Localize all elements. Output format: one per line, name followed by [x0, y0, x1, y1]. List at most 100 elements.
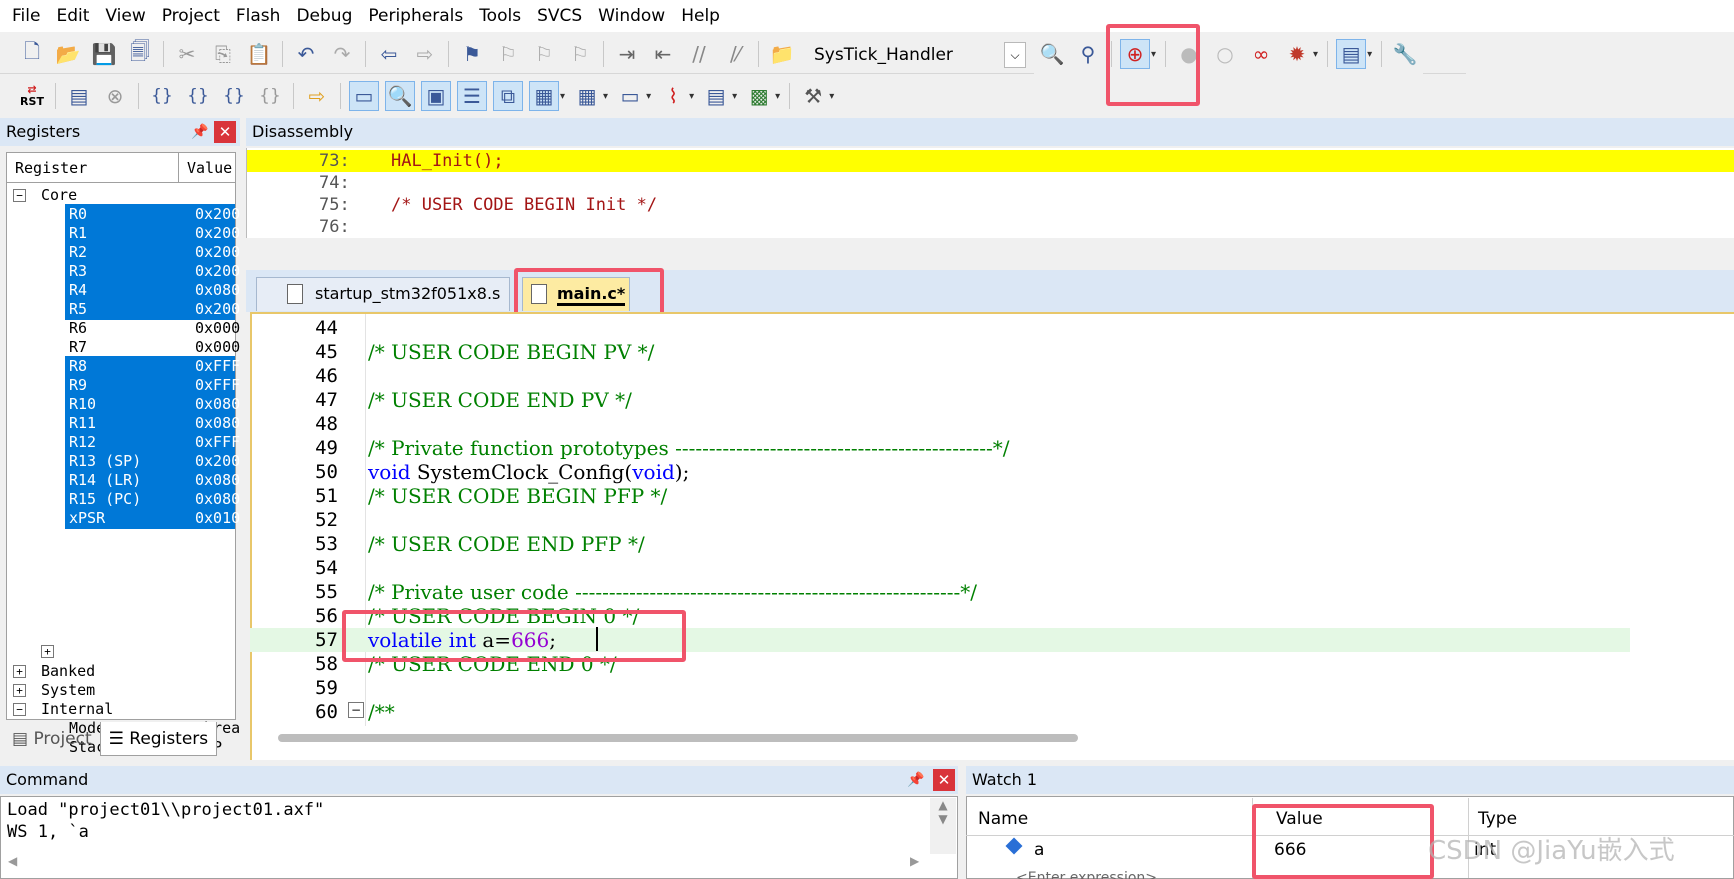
enable-breakpoint-icon[interactable]: ○ [1210, 39, 1240, 69]
menu-window[interactable]: Window [590, 0, 673, 32]
symbols-window-icon[interactable]: ▣ [421, 81, 451, 111]
scroll-right-icon[interactable]: ▶ [910, 854, 919, 868]
command-window-icon[interactable]: ▭ [349, 81, 379, 111]
tab-registers[interactable]: ☰ Registers [99, 722, 218, 756]
copy-icon[interactable]: ⎘ [208, 39, 238, 69]
stop-icon[interactable]: ⊗ [100, 81, 130, 111]
disassembly-window-icon[interactable]: 🔍 [385, 81, 415, 111]
vertical-scrollbar[interactable]: ▲ ▼ [930, 798, 956, 854]
uncomment-icon[interactable]: /⁄ [720, 39, 750, 69]
close-icon[interactable]: ✕ [933, 769, 955, 791]
col-value[interactable]: Value [179, 153, 232, 182]
fold-icon[interactable]: − [348, 702, 364, 718]
pin-icon[interactable]: 📌 [906, 769, 926, 791]
register-row[interactable]: R8 0xFFF [65, 356, 240, 377]
redo-icon[interactable]: ↷ [327, 39, 357, 69]
command-window[interactable]: Load "project01\\project01.axf" WS 1, `a [0, 796, 958, 879]
menu-file[interactable]: File [4, 0, 48, 32]
code-line[interactable]: 46 [250, 364, 1630, 388]
menu-edit[interactable]: Edit [48, 0, 97, 32]
analysis-window-icon[interactable]: ⌇ [658, 81, 688, 111]
show-next-statement-icon[interactable]: ⇨ [302, 81, 332, 111]
step-in-icon[interactable]: {} [147, 81, 177, 111]
tab-project[interactable]: ▤ Project [4, 722, 100, 756]
code-line[interactable]: 51 /* USER CODE BEGIN PFP */ [250, 484, 1630, 508]
menu-flash[interactable]: Flash [228, 0, 289, 32]
indent-icon[interactable]: ⇥ [612, 39, 642, 69]
register-row[interactable]: R11 0x080 [65, 413, 240, 434]
code-line[interactable]: 54 [250, 556, 1630, 580]
chevron-down-icon[interactable]: ▾ [732, 91, 737, 102]
cut-icon[interactable]: ✂ [172, 39, 202, 69]
horizontal-scrollbar[interactable] [278, 734, 1078, 742]
code-line[interactable]: 55 /* Private user code -----------------… [250, 580, 1630, 604]
register-row[interactable]: R12 0xFFF [65, 432, 240, 453]
chevron-down-icon[interactable]: ▾ [689, 91, 694, 102]
clear-bookmarks-icon[interactable]: ⚐ [565, 39, 595, 69]
chevron-down-icon[interactable]: ▾ [1313, 49, 1318, 60]
collapse-icon[interactable]: − [13, 189, 26, 202]
reset-icon[interactable]: ⇄ RST [17, 81, 47, 111]
nav-forward-icon[interactable]: ⇨ [410, 39, 440, 69]
toolbox-icon[interactable]: ⚒ [798, 81, 828, 111]
disassembly-line[interactable]: 75:/* USER CODE BEGIN Init */ [247, 194, 1734, 216]
prev-bookmark-icon[interactable]: ⚐ [493, 39, 523, 69]
configure-icon[interactable]: 🔧 [1390, 39, 1420, 69]
register-row[interactable]: R2 0x200 [65, 242, 240, 263]
tab-startup-file[interactable]: startup_stm32f051x8.s [256, 277, 510, 311]
comment-icon[interactable]: // [684, 39, 714, 69]
watch-row-name[interactable]: a [1034, 836, 1044, 864]
register-row[interactable]: R7 0x000 [65, 337, 240, 358]
register-row[interactable]: R1 0x200 [65, 223, 240, 244]
kill-breakpoints-icon[interactable]: ✹ [1282, 39, 1312, 69]
scroll-left-icon[interactable]: ◀ [8, 854, 17, 868]
undo-icon[interactable]: ↶ [291, 39, 321, 69]
open-file-icon[interactable]: 📂 [53, 39, 83, 69]
code-line[interactable]: 59 [250, 676, 1630, 700]
pin-icon[interactable]: 📌 [190, 121, 210, 143]
watch-window-icon[interactable]: ▦ [529, 81, 559, 111]
register-row[interactable]: xPSR 0x010 [65, 508, 240, 529]
register-row[interactable]: R10 0x080 [65, 394, 240, 415]
step-out-icon[interactable]: {} [219, 81, 249, 111]
unindent-icon[interactable]: ⇤ [648, 39, 678, 69]
register-row[interactable]: R5 0x200 [65, 299, 240, 320]
code-line[interactable]: 45 /* USER CODE BEGIN PV */ [250, 340, 1630, 364]
register-row[interactable]: R15 (PC) 0x080 [65, 489, 240, 510]
next-bookmark-icon[interactable]: ⚐ [529, 39, 559, 69]
function-combo[interactable]: SysTick_Handler ⌵ [772, 40, 1030, 70]
code-line[interactable]: 44 [250, 316, 1630, 340]
menu-peripherals[interactable]: Peripherals [360, 0, 471, 32]
expand-icon[interactable]: + [41, 645, 54, 658]
save-all-icon[interactable]: 🗐 [125, 39, 155, 69]
disassembly-line[interactable]: 73: HAL_Init(); [247, 150, 1734, 172]
register-row[interactable]: R13 (SP) 0x200 [65, 451, 240, 472]
watch-col-name[interactable]: Name [978, 804, 1028, 834]
register-row[interactable]: R4 0x080 [65, 280, 240, 301]
register-row[interactable]: R3 0x200 [65, 261, 240, 282]
code-line[interactable]: 52 [250, 508, 1630, 532]
chevron-down-icon[interactable]: ▾ [829, 91, 834, 102]
menu-project[interactable]: Project [154, 0, 228, 32]
group-banked[interactable]: Banked [41, 661, 95, 682]
step-over-icon[interactable]: {} [183, 81, 213, 111]
menu-help[interactable]: Help [673, 0, 728, 32]
code-line[interactable]: 48 [250, 412, 1630, 436]
menu-svcs[interactable]: SVCS [529, 0, 590, 32]
code-line[interactable]: 50 void SystemClock_Config(void); [250, 460, 1630, 484]
window-layout-icon[interactable]: ▤ [1336, 39, 1367, 69]
new-file-icon[interactable]: 🗋 [17, 39, 47, 69]
register-row[interactable]: R0 0x200 [65, 204, 240, 225]
disable-breakpoints-icon[interactable]: ∞ [1246, 39, 1276, 69]
code-line[interactable]: 49 /* Private function prototypes -------… [250, 436, 1630, 460]
expand-icon[interactable]: + [13, 684, 26, 697]
system-viewer-icon[interactable]: ▩ [744, 81, 774, 111]
enter-expression-row[interactable]: <Enter expression> [1016, 868, 1157, 879]
registers-window-icon[interactable]: ☰ [457, 81, 487, 111]
expand-icon[interactable]: + [13, 665, 26, 678]
call-stack-window-icon[interactable]: ⧉ [493, 81, 523, 111]
chevron-down-icon[interactable]: ▾ [603, 91, 608, 102]
memory-window-icon[interactable]: ▦ [572, 81, 602, 111]
group-system[interactable]: System [41, 680, 95, 701]
disassembly-line[interactable]: 74: [247, 172, 1734, 194]
